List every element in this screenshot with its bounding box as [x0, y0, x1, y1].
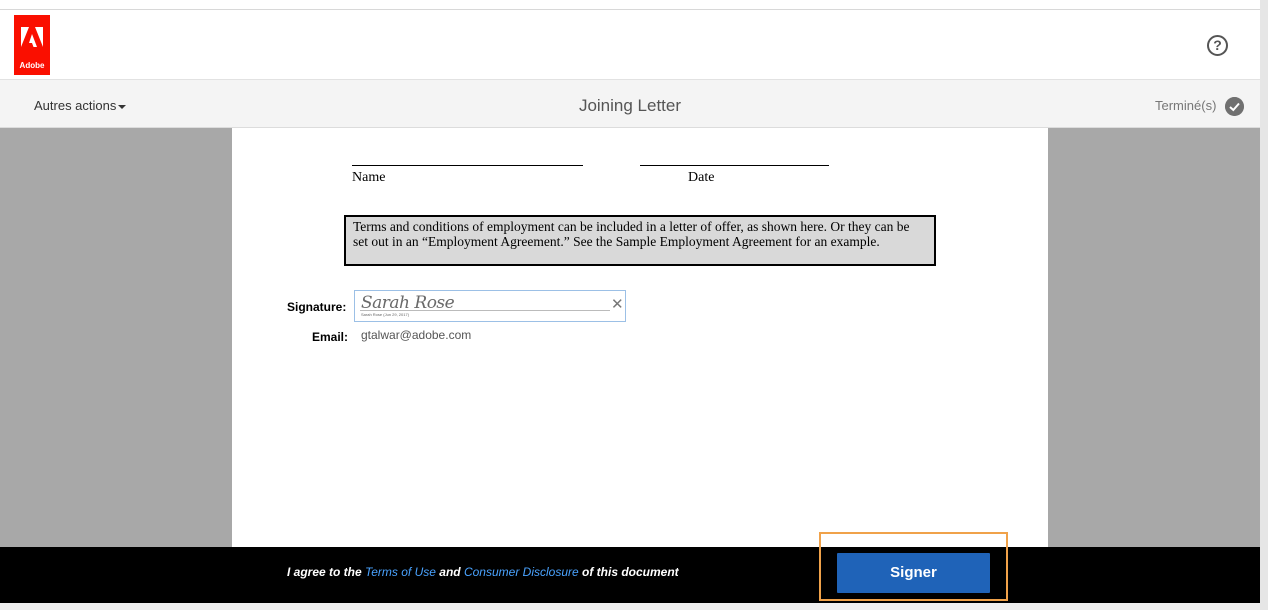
document-toolbar: Autres actions Joining Letter Terminé(s) — [0, 80, 1260, 128]
name-label: Name — [352, 170, 386, 185]
header-bar: Adobe ? — [0, 10, 1260, 80]
name-line — [352, 165, 583, 166]
email-value: gtalwar@adobe.com — [361, 328, 472, 342]
signature-underline — [360, 310, 610, 311]
bottom-strip — [0, 603, 1260, 610]
app-window: Adobe ? Autres actions Joining Letter Te… — [0, 0, 1268, 610]
agree-prefix: I agree to the — [287, 565, 366, 579]
adobe-logo-text: Adobe — [19, 61, 45, 70]
date-label: Date — [688, 170, 715, 185]
agree-suffix: of this document — [578, 565, 679, 579]
more-actions-menu[interactable]: Autres actions — [34, 98, 127, 113]
terms-of-use-link[interactable]: Terms of Use — [365, 565, 436, 579]
sign-button[interactable]: Signer — [837, 553, 990, 593]
signature-caption: Sarah Rose (Jun 29, 2017) — [361, 312, 410, 317]
document-viewer[interactable]: Name Date Terms and conditions of employ… — [0, 128, 1260, 547]
caret-down-icon — [118, 104, 127, 109]
agreement-text: I agree to the Terms of Use and Consumer… — [287, 565, 679, 579]
footer-bar: I agree to the Terms of Use and Consumer… — [0, 547, 1260, 603]
consumer-disclosure-link[interactable]: Consumer Disclosure — [464, 565, 579, 579]
checkmark-circle-icon[interactable] — [1225, 97, 1244, 116]
email-label: Email: — [312, 330, 349, 344]
signature-label: Signature: — [287, 300, 347, 314]
adobe-logo: Adobe — [14, 15, 50, 75]
top-strip — [0, 0, 1260, 10]
done-label[interactable]: Terminé(s) — [1155, 98, 1216, 113]
signature-field[interactable]: Sarah Rose Sarah Rose (Jun 29, 2017) ✕ — [354, 290, 626, 322]
terms-box: Terms and conditions of employment can b… — [344, 215, 936, 266]
adobe-logo-icon — [21, 27, 43, 47]
date-line — [640, 165, 829, 166]
document-page: Name Date Terms and conditions of employ… — [232, 128, 1048, 547]
help-icon[interactable]: ? — [1207, 35, 1228, 56]
agree-and: and — [435, 565, 464, 579]
close-icon[interactable]: ✕ — [611, 297, 624, 312]
document-title: Joining Letter — [578, 96, 682, 115]
more-actions-label: Autres actions — [34, 98, 117, 113]
